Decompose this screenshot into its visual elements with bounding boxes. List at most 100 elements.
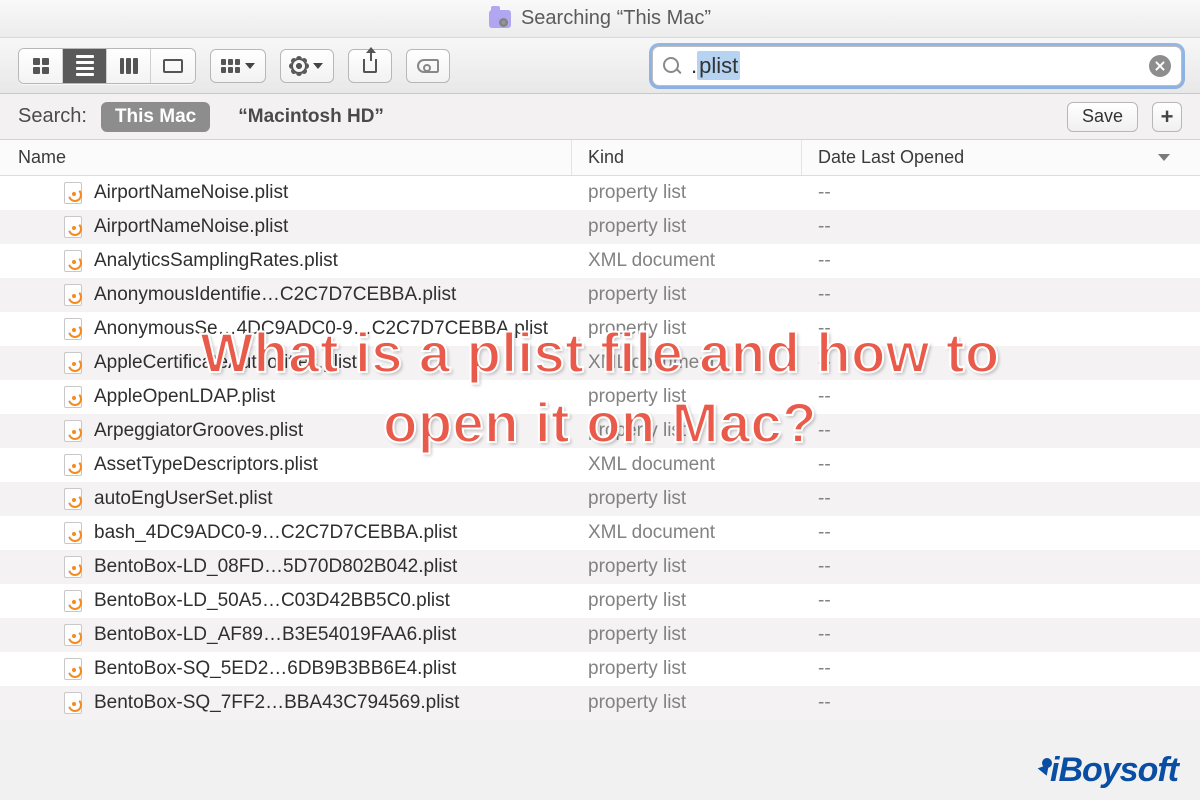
table-row[interactable]: AnalyticsSamplingRates.plist XML document… [0, 244, 1200, 278]
file-kind: property list [572, 318, 802, 340]
file-kind: property list [572, 488, 802, 510]
file-date: -- [802, 386, 1200, 408]
column-header-kind[interactable]: Kind [572, 140, 802, 175]
file-date: -- [802, 318, 1200, 340]
gear-icon [291, 58, 307, 74]
file-name: BentoBox-LD_AF89…B3E54019FAA6.plist [94, 624, 456, 646]
view-list-button[interactable] [63, 49, 107, 83]
file-name: AssetTypeDescriptors.plist [94, 454, 318, 476]
table-row[interactable]: BentoBox-SQ_5ED2…6DB9B3BB6E4.plist proper… [0, 652, 1200, 686]
file-icon [64, 420, 82, 442]
file-name: AppleCertificateAuthorities.plist [94, 352, 357, 374]
window-titlebar: Searching “This Mac” [0, 0, 1200, 38]
table-row[interactable]: AppleCertificateAuthorities.plistXML doc… [0, 346, 1200, 380]
scope-this-mac[interactable]: This Mac [101, 102, 210, 132]
table-row[interactable]: autoEngUserSet.plist property list-- [0, 482, 1200, 516]
save-search-button[interactable]: Save [1067, 102, 1138, 132]
file-date: -- [802, 250, 1200, 272]
table-row[interactable]: AnonymousSe…4DC9ADC0-9…C2C7D7CEBBA.plist… [0, 312, 1200, 346]
file-icon [64, 284, 82, 306]
clear-search-button[interactable] [1149, 55, 1171, 77]
share-icon [363, 59, 377, 73]
file-icon [64, 556, 82, 578]
smart-folder-icon [489, 10, 511, 28]
view-icon-button[interactable] [19, 49, 63, 83]
add-criteria-button[interactable]: + [1152, 102, 1182, 132]
share-button[interactable] [348, 49, 392, 83]
view-column-button[interactable] [107, 49, 151, 83]
search-input-text: .plist [691, 53, 1139, 79]
table-row[interactable]: AnonymousIdentifie…C2C7D7CEBBA.plist prop… [0, 278, 1200, 312]
chevron-down-icon [313, 63, 323, 69]
view-gallery-button[interactable] [151, 49, 195, 83]
file-kind: property list [572, 658, 802, 680]
table-row[interactable]: BentoBox-LD_AF89…B3E54019FAA6.plist prope… [0, 618, 1200, 652]
file-icon [64, 624, 82, 646]
file-name: AnalyticsSamplingRates.plist [94, 250, 338, 272]
column-header-name[interactable]: Name [0, 140, 572, 175]
table-row[interactable]: BentoBox-LD_50A5…C03D42BB5C0.plistproper… [0, 584, 1200, 618]
watermark-dot-icon [1042, 758, 1052, 768]
watermark-text: iBoysoft [1050, 751, 1178, 790]
action-menu-button[interactable] [280, 49, 334, 83]
table-row[interactable]: BentoBox-SQ_7FF2…BBA43C794569.plistprope… [0, 686, 1200, 720]
table-row[interactable]: ArpeggiatorGrooves.plistproperty list-- [0, 414, 1200, 448]
file-icon [64, 216, 82, 238]
file-name: AirportNameNoise.plist [94, 182, 288, 204]
file-icon [64, 318, 82, 340]
file-date: -- [802, 488, 1200, 510]
table-row[interactable]: BentoBox-LD_08FD…5D70D802B042.plistprope… [0, 550, 1200, 584]
file-kind: property list [572, 624, 802, 646]
file-kind: property list [572, 284, 802, 306]
file-kind: XML document [572, 250, 802, 272]
file-name: bash_4DC9ADC0-9…C2C7D7CEBBA.plist [94, 522, 457, 544]
search-scope-bar: Search: This Mac “Macintosh HD” Save + [0, 94, 1200, 140]
file-icon [64, 522, 82, 544]
columns-icon [120, 58, 138, 74]
table-row[interactable]: AssetTypeDescriptors.plist XML document-- [0, 448, 1200, 482]
file-icon [64, 352, 82, 374]
toolbar: .plist [0, 38, 1200, 94]
column-header-row: Name Kind Date Last Opened [0, 140, 1200, 176]
file-kind: XML document [572, 454, 802, 476]
file-kind: property list [572, 420, 802, 442]
group-icon [221, 59, 239, 73]
tag-icon [417, 59, 439, 73]
file-kind: property list [572, 182, 802, 204]
file-name: AnonymousSe…4DC9ADC0-9…C2C7D7CEBBA.plist [94, 318, 548, 340]
file-date: -- [802, 352, 1200, 374]
table-row[interactable]: AirportNameNoise.plistproperty list-- [0, 210, 1200, 244]
scope-volume[interactable]: “Macintosh HD” [224, 102, 398, 132]
search-field[interactable]: .plist [652, 46, 1182, 86]
file-icon [64, 590, 82, 612]
table-row[interactable]: bash_4DC9ADC0-9…C2C7D7CEBBA.plistXML doc… [0, 516, 1200, 550]
watermark-logo: iBoysoft [1042, 751, 1178, 790]
file-icon [64, 386, 82, 408]
file-date: -- [802, 454, 1200, 476]
sort-indicator-icon [1158, 154, 1170, 161]
file-icon [64, 692, 82, 714]
search-label: Search: [18, 105, 87, 128]
search-icon [663, 57, 681, 75]
file-name: AppleOpenLDAP.plist [94, 386, 275, 408]
file-date: -- [802, 556, 1200, 578]
file-name: autoEngUserSet.plist [94, 488, 273, 510]
group-by-button[interactable] [210, 49, 266, 83]
file-name: BentoBox-LD_50A5…C03D42BB5C0.plist [94, 590, 450, 612]
column-header-date[interactable]: Date Last Opened [802, 140, 1200, 175]
grid-icon [33, 58, 49, 74]
file-date: -- [802, 522, 1200, 544]
file-date: -- [802, 658, 1200, 680]
file-name: AirportNameNoise.plist [94, 216, 288, 238]
file-name: BentoBox-SQ_5ED2…6DB9B3BB6E4.plist [94, 658, 456, 680]
file-icon [64, 658, 82, 680]
table-row[interactable]: AirportNameNoise.plistproperty list-- [0, 176, 1200, 210]
file-icon [64, 454, 82, 476]
file-name: ArpeggiatorGrooves.plist [94, 420, 303, 442]
file-name: AnonymousIdentifie…C2C7D7CEBBA.plist [94, 284, 456, 306]
file-name: BentoBox-SQ_7FF2…BBA43C794569.plist [94, 692, 459, 714]
chevron-down-icon [245, 63, 255, 69]
tags-button[interactable] [406, 49, 450, 83]
column-header-date-label: Date Last Opened [818, 147, 964, 168]
table-row[interactable]: AppleOpenLDAP.plistproperty list-- [0, 380, 1200, 414]
